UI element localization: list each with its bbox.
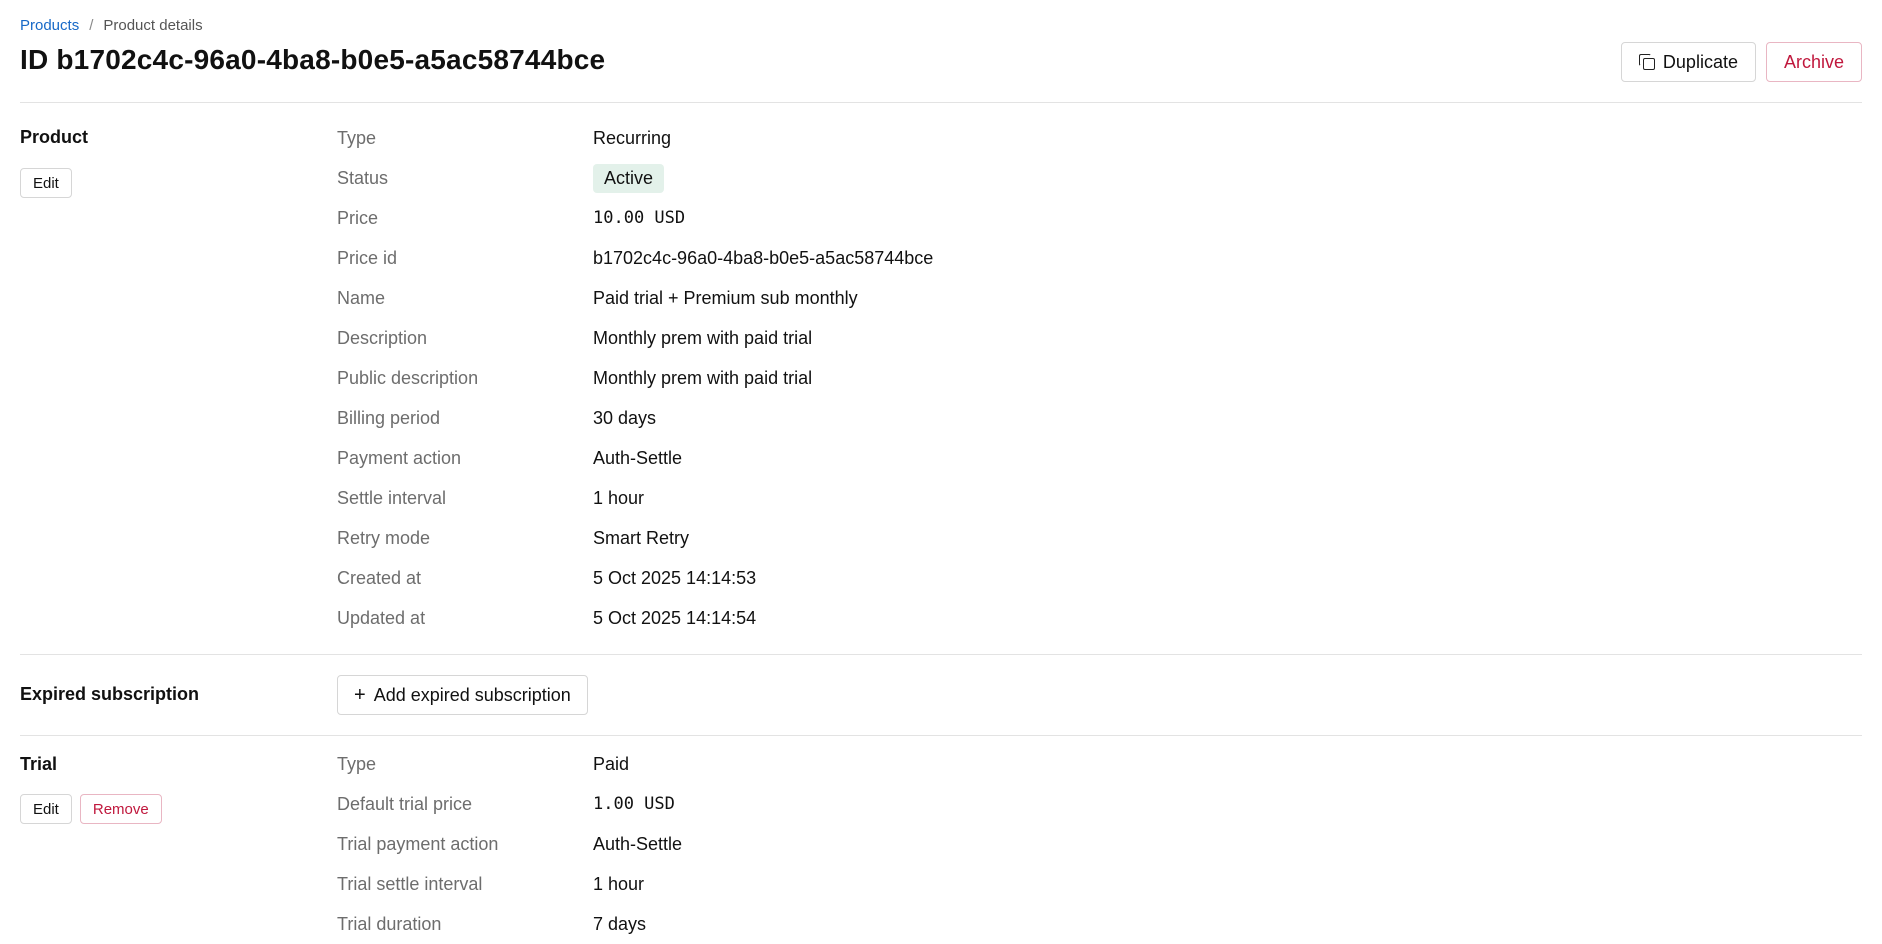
expired-subscription-actions: + Add expired subscription [337, 675, 588, 715]
plus-icon: + [354, 684, 366, 706]
detail-row-name: Name Paid trial + Premium sub monthly [337, 278, 933, 318]
product-section-actions: Edit [20, 168, 72, 198]
trial-row-default-price: Default trial price 1.00 USD [337, 784, 682, 824]
trial-edit-button[interactable]: Edit [20, 794, 72, 824]
detail-value: 1 hour [593, 873, 645, 894]
trial-details-list: Type Paid Default trial price 1.00 USD T… [337, 744, 682, 944]
detail-row-billing-period: Billing period 30 days [337, 398, 933, 438]
breadcrumb-separator: / [89, 17, 94, 34]
detail-value: Paid [593, 753, 630, 774]
product-details-list: Type Recurring Status Active Price 10.00… [337, 118, 933, 638]
detail-value: 1.00 USD [593, 794, 675, 814]
detail-label: Trial settle interval [337, 873, 483, 894]
trial-section-title: Trial [20, 754, 58, 774]
status-badge: Active [593, 163, 665, 193]
detail-row-type: Type Recurring [337, 118, 933, 158]
detail-value: b1702c4c-96a0-4ba8-b0e5-a5ac58744bce [593, 247, 934, 268]
detail-value: Auth-Settle [593, 833, 683, 854]
detail-label: Billing period [337, 407, 441, 428]
detail-value: 5 Oct 2025 14:14:53 [593, 567, 757, 588]
trial-section-actions: Edit Remove [20, 794, 162, 824]
trial-row-type: Type Paid [337, 744, 682, 784]
trial-remove-button[interactable]: Remove [79, 794, 162, 824]
detail-value: 1 hour [593, 487, 645, 508]
detail-row-payment-action: Payment action Auth-Settle [337, 438, 933, 478]
detail-label: Default trial price [337, 793, 473, 814]
product-section-title: Product [20, 127, 89, 147]
detail-value: Monthly prem with paid trial [593, 327, 813, 348]
detail-label: Type [337, 127, 377, 148]
detail-value: 5 Oct 2025 14:14:54 [593, 607, 757, 628]
page-title: ID b1702c4c-96a0-4ba8-b0e5-a5ac58744bce [20, 44, 606, 75]
section-divider [20, 735, 1862, 736]
breadcrumb-current: Product details [103, 17, 203, 34]
product-details-page: Products / Product details ID b1702c4c-9… [0, 0, 1882, 944]
detail-value: 10.00 USD [593, 208, 686, 228]
detail-label: Name [337, 287, 386, 308]
expired-subscription-section-title: Expired subscription [20, 684, 200, 704]
trial-row-settle-interval: Trial settle interval 1 hour [337, 864, 682, 904]
detail-label: Trial duration [337, 913, 442, 934]
detail-row-settle-interval: Settle interval 1 hour [337, 478, 933, 518]
detail-value: Paid trial + Premium sub monthly [593, 287, 858, 308]
detail-row-created-at: Created at 5 Oct 2025 14:14:53 [337, 558, 933, 598]
detail-value: Monthly prem with paid trial [593, 367, 813, 388]
section-divider [20, 654, 1862, 655]
detail-label: Updated at [337, 607, 426, 628]
trial-row-duration: Trial duration 7 days [337, 904, 682, 944]
detail-value: Recurring [593, 127, 672, 148]
detail-label: Price [337, 207, 379, 228]
trial-row-payment-action: Trial payment action Auth-Settle [337, 824, 682, 864]
detail-label: Public description [337, 367, 479, 388]
duplicate-button[interactable]: Duplicate [1620, 42, 1756, 82]
detail-value: 7 days [593, 913, 647, 934]
add-expired-subscription-label: Add expired subscription [373, 684, 571, 705]
detail-label: Retry mode [337, 527, 431, 548]
breadcrumb: Products / Product details [20, 17, 203, 34]
breadcrumb-products-link[interactable]: Products [20, 17, 79, 34]
detail-row-description: Description Monthly prem with paid trial [337, 318, 933, 358]
archive-button[interactable]: Archive [1765, 42, 1862, 82]
copy-icon [1638, 54, 1655, 70]
detail-label: Created at [337, 567, 422, 588]
detail-row-public-description: Public description Monthly prem with pai… [337, 358, 933, 398]
detail-value: 30 days [593, 407, 657, 428]
detail-row-updated-at: Updated at 5 Oct 2025 14:14:54 [337, 598, 933, 638]
header-divider [20, 102, 1862, 103]
header-actions: Duplicate Archive [1620, 42, 1862, 82]
product-edit-button[interactable]: Edit [20, 168, 72, 198]
detail-value: Auth-Settle [593, 447, 683, 468]
detail-label: Price id [337, 247, 398, 268]
detail-row-price-id: Price id b1702c4c-96a0-4ba8-b0e5-a5ac587… [337, 238, 933, 278]
detail-row-status: Status Active [337, 158, 933, 198]
detail-row-retry-mode: Retry mode Smart Retry [337, 518, 933, 558]
duplicate-button-label: Duplicate [1662, 51, 1738, 72]
detail-label: Type [337, 753, 377, 774]
detail-value: Smart Retry [593, 527, 690, 548]
detail-label: Payment action [337, 447, 462, 468]
detail-label: Description [337, 327, 428, 348]
detail-row-price: Price 10.00 USD [337, 198, 933, 238]
detail-label: Status [337, 167, 389, 188]
detail-label: Trial payment action [337, 833, 499, 854]
detail-label: Settle interval [337, 487, 447, 508]
add-expired-subscription-button[interactable]: + Add expired subscription [337, 675, 588, 715]
